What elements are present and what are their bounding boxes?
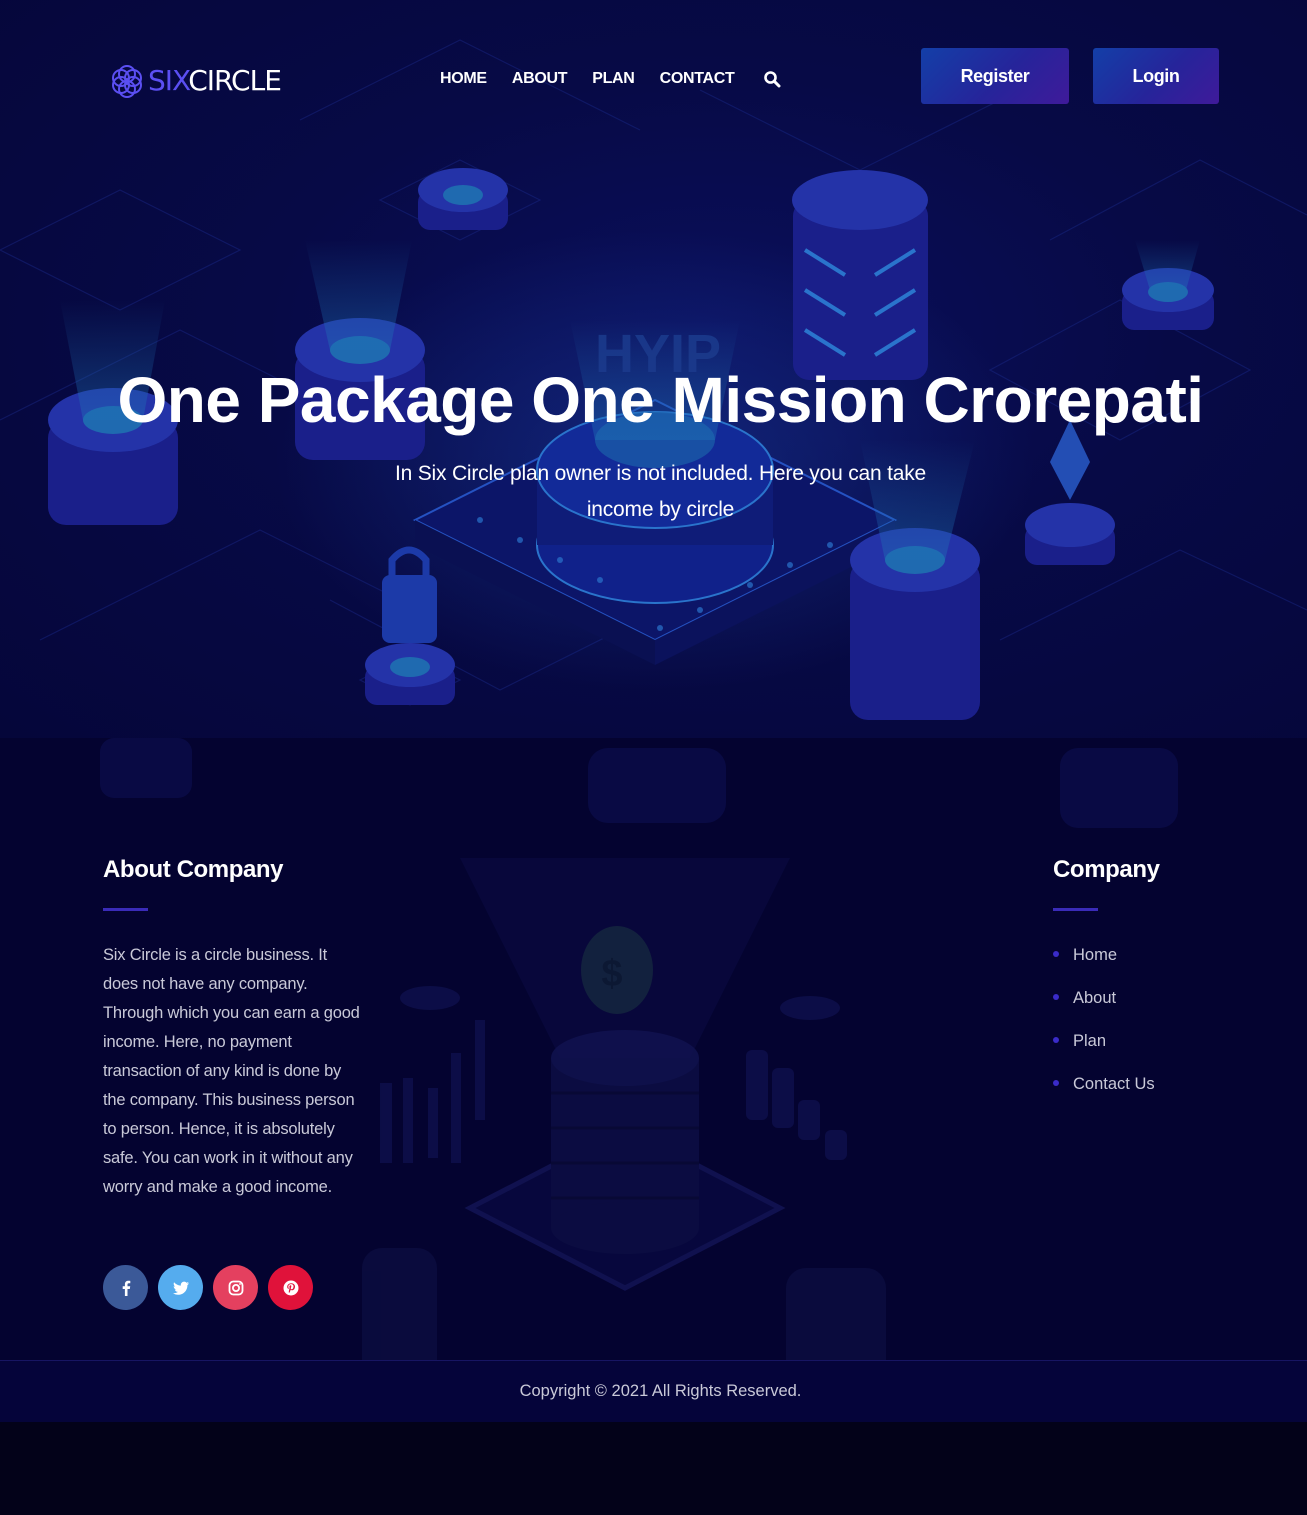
nav-contact[interactable]: CONTACT <box>660 68 735 90</box>
nav-about[interactable]: ABOUT <box>512 68 568 90</box>
hero-title: One Package One Mission Crorepati <box>117 364 1204 436</box>
six-circle-logo-icon <box>112 65 142 98</box>
about-company-title: About Company <box>103 856 284 883</box>
about-title-underline <box>103 908 148 911</box>
login-button[interactable]: Login <box>1093 48 1219 104</box>
facebook-link[interactable] <box>103 1265 148 1310</box>
footer-link-about[interactable]: About <box>1053 986 1155 1029</box>
main-nav: HOME ABOUT PLAN CONTACT <box>440 68 781 90</box>
logo-text-six: SIX <box>148 64 189 97</box>
twitter-icon <box>172 1281 189 1295</box>
page: HYIP SIXCIRCLE HOME ABOUT PLAN CONTACT R… <box>0 0 1307 1515</box>
company-links: Home About Plan Contact Us <box>1053 943 1155 1115</box>
logo-text-circle: CIRCLE <box>188 64 282 97</box>
twitter-link[interactable] <box>158 1265 203 1310</box>
logo-text: SIXCIRCLE <box>148 62 282 100</box>
footer-link-contact-us[interactable]: Contact Us <box>1053 1072 1155 1115</box>
pinterest-icon <box>283 1280 298 1295</box>
footer: $ About Company Six Circle is a circle b… <box>0 738 1307 1422</box>
footer-link-plan[interactable]: Plan <box>1053 1029 1155 1072</box>
nav-home[interactable]: HOME <box>440 68 487 90</box>
svg-text:$: $ <box>601 953 622 995</box>
search-icon[interactable] <box>763 70 781 88</box>
pinterest-link[interactable] <box>268 1265 313 1310</box>
nav-plan[interactable]: PLAN <box>592 68 635 90</box>
copyright-text: Copyright © 2021 All Rights Reserved. <box>519 1382 802 1400</box>
company-title: Company <box>1053 856 1160 883</box>
about-company-text: Six Circle is a circle business. It does… <box>103 946 360 1196</box>
company-title-underline <box>1053 908 1098 911</box>
register-button[interactable]: Register <box>921 48 1069 104</box>
copyright-bar: Copyright © 2021 All Rights Reserved. <box>0 1360 1307 1422</box>
hero-subtitle: In Six Circle plan owner is not included… <box>395 462 926 521</box>
social-links <box>103 1265 323 1310</box>
facebook-icon <box>122 1280 130 1296</box>
instagram-icon <box>228 1280 243 1295</box>
instagram-link[interactable] <box>213 1265 258 1310</box>
hero-section: HYIP SIXCIRCLE HOME ABOUT PLAN CONTACT R… <box>0 0 1307 738</box>
logo[interactable]: SIXCIRCLE <box>108 62 282 100</box>
page-bottom-blank-area <box>0 1422 1307 1515</box>
footer-link-home[interactable]: Home <box>1053 943 1155 986</box>
